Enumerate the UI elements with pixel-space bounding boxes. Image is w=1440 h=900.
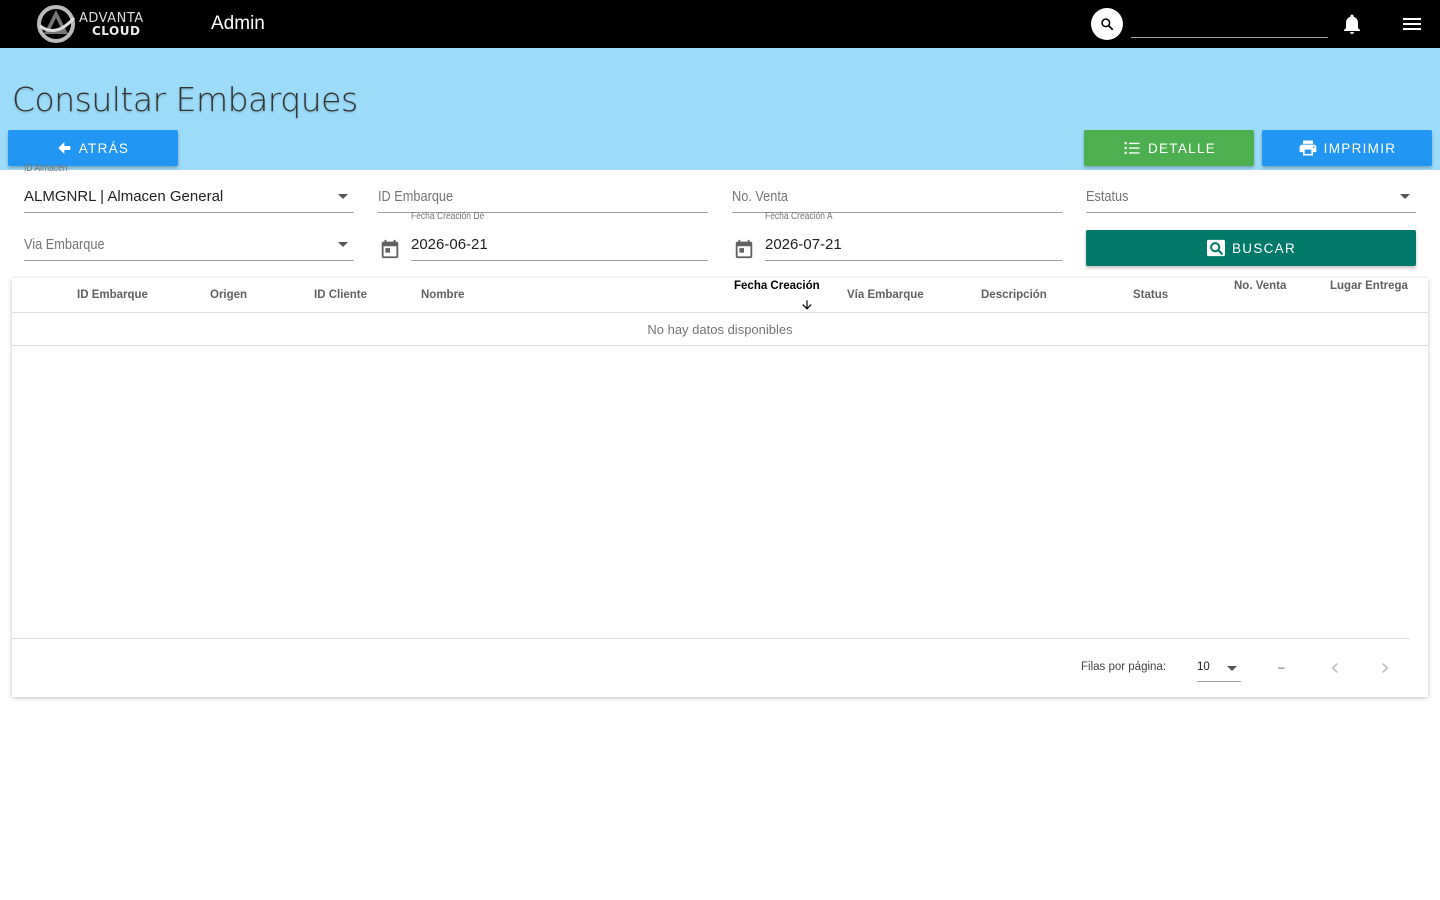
search-icon [1101, 18, 1114, 31]
column-header-status[interactable]: Status [1133, 289, 1168, 301]
via-embarque-select[interactable]: Via Embarque [24, 225, 354, 261]
calendar-icon[interactable] [379, 238, 401, 260]
embarque-id-placeholder: ID Embarque [378, 188, 454, 205]
chevron-down-icon [1227, 666, 1237, 671]
estatus-placeholder: Estatus [1086, 188, 1129, 205]
hamburger-menu-icon [1403, 18, 1421, 30]
logo-text-line2: CLOUD [92, 24, 141, 38]
almacen-label: ID Almacén [24, 163, 68, 174]
back-button[interactable]: ATRÁS [8, 130, 178, 166]
arrow-down-sort-icon[interactable] [800, 298, 814, 312]
fecha-creacion-a-field[interactable]: Fecha Creación A 2026-07-21 [765, 211, 1062, 261]
pagination-range: – [1278, 660, 1285, 674]
print-button[interactable]: IMPRIMIR [1262, 130, 1432, 166]
table-header: ID Embarque Origen ID Cliente Nombre Fec… [12, 278, 1428, 313]
table-footer-divider [12, 638, 1410, 639]
next-page-button[interactable] [1375, 658, 1395, 678]
empty-table-message: No hay datos disponibles [12, 313, 1428, 346]
column-header-nombre[interactable]: Nombre [421, 289, 464, 301]
column-header-id-embarque[interactable]: ID Embarque [77, 289, 148, 301]
fecha-creacion-a-label: Fecha Creación A [765, 211, 833, 222]
column-header-origen[interactable]: Origen [210, 289, 247, 301]
shipments-table: ID Embarque Origen ID Cliente Nombre Fec… [12, 278, 1428, 697]
column-header-lugar-entrega[interactable]: Lugar Entrega [1330, 280, 1408, 292]
printer-icon [1299, 140, 1317, 156]
back-button-label: ATRÁS [78, 140, 130, 156]
column-header-descripcion[interactable]: Descripción [981, 289, 1047, 301]
notifications-button[interactable] [1340, 12, 1364, 36]
logo-mark-icon [37, 5, 76, 43]
via-embarque-placeholder: Via Embarque [24, 236, 105, 253]
advanta-cloud-logo[interactable]: ADVANTA CLOUD [36, 4, 160, 44]
chevron-down-icon [338, 194, 348, 199]
venta-placeholder: No. Venta [732, 188, 789, 205]
search-box-icon [1206, 239, 1225, 257]
search-submit-label: BUSCAR [1231, 240, 1297, 256]
fecha-creacion-a-value: 2026-07-21 [765, 236, 842, 253]
embarque-id-field[interactable]: ID Embarque [378, 177, 708, 213]
fecha-creacion-de-value: 2026-06-21 [411, 236, 488, 253]
column-header-id-cliente[interactable]: ID Cliente [314, 289, 367, 301]
rows-per-page-select[interactable]: 10 [1197, 654, 1241, 682]
app-title: Admin [211, 13, 265, 34]
column-header-fecha-creacion[interactable]: Fecha Creación [734, 280, 820, 292]
chevron-down-icon [338, 242, 348, 247]
chevron-right-icon [1382, 663, 1389, 673]
previous-page-button[interactable] [1325, 658, 1345, 678]
calendar-icon[interactable] [733, 238, 755, 260]
print-button-label: IMPRIMIR [1323, 140, 1397, 156]
estatus-select[interactable]: Estatus [1086, 177, 1416, 213]
almacen-select[interactable]: ID Almacén ALMGNRL | Almacen General [24, 163, 354, 213]
search-submit-button[interactable]: BUSCAR [1086, 230, 1416, 266]
fecha-creacion-de-label: Fecha Creación De [411, 211, 485, 222]
venta-field[interactable]: No. Venta [732, 177, 1062, 213]
search-button[interactable] [1091, 8, 1123, 40]
detail-button-label: DETALLE [1147, 140, 1217, 156]
column-header-no-venta[interactable]: No. Venta [1234, 280, 1286, 292]
top-app-bar: ADVANTA CLOUD Admin [0, 0, 1440, 48]
main-menu-button[interactable] [1400, 12, 1424, 36]
column-header-via-embarque[interactable]: Vía Embarque [847, 289, 924, 301]
global-search-input[interactable] [1131, 10, 1328, 38]
chevron-down-icon [1400, 194, 1410, 199]
rows-per-page-value: 10 [1197, 661, 1210, 673]
almacen-value: ALMGNRL | Almacen General [24, 188, 224, 205]
arrow-left-icon [58, 142, 71, 154]
bell-icon [1344, 14, 1360, 34]
list-icon [1124, 142, 1140, 154]
page-title: Consultar Embarques [12, 80, 358, 119]
rows-per-page-label: Filas por página: [1081, 661, 1167, 673]
fecha-creacion-de-field[interactable]: Fecha Creación De 2026-06-21 [411, 211, 708, 261]
detail-button[interactable]: DETALLE [1084, 130, 1254, 166]
chevron-left-icon [1331, 663, 1338, 673]
